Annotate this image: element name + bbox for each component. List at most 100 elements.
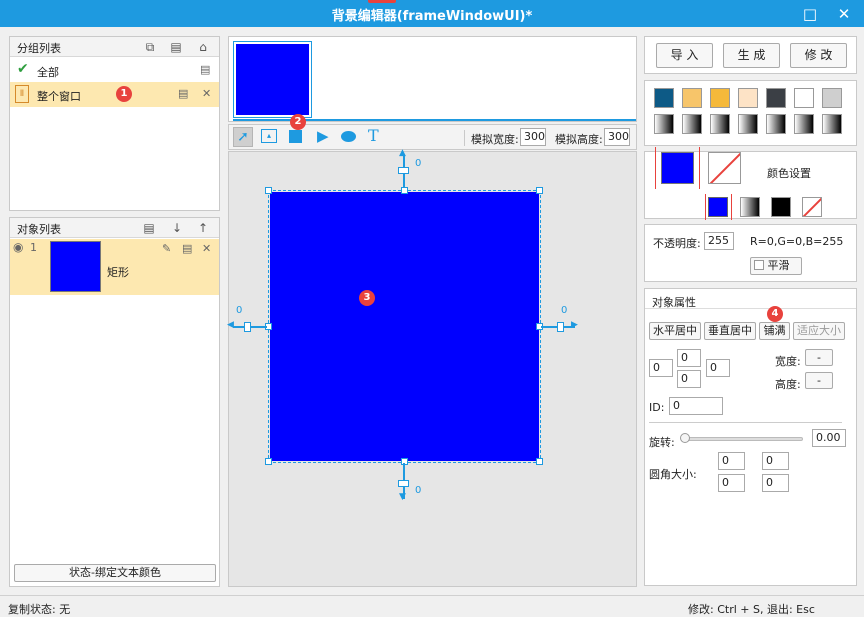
color-swatch[interactable] — [822, 88, 842, 108]
solid-fill-swatch[interactable] — [708, 197, 728, 217]
object-list-panel: 对象列表 ▤ ↓ ↑ ◉ 1 矩形 ✎ ▤ ✕ 状态-绑定文本颜色 — [9, 217, 220, 587]
color-swatch[interactable] — [738, 88, 758, 108]
sim-width-label: 模拟宽度: — [471, 133, 519, 146]
rotate-slider[interactable] — [683, 437, 803, 441]
modify-button[interactable]: 修 改 — [790, 43, 847, 68]
gradient-swatch[interactable] — [822, 114, 842, 134]
color-swatch[interactable] — [794, 88, 814, 108]
group-list-header: 分组列表 ⧉ ▤ ⌂ — [10, 37, 219, 57]
margin-right-input[interactable]: 0 — [706, 359, 730, 377]
paste-icon[interactable]: ▤ — [141, 220, 157, 236]
tool-bar: ➚ ▴ 2 ▶ T 模拟宽度: 300 模拟高度: 300 — [228, 114, 637, 150]
gradient-swatch[interactable] — [654, 114, 674, 134]
height-label: 高度: — [775, 378, 801, 391]
move-down-icon[interactable]: ↓ — [169, 220, 185, 236]
color-settings-label: 颜色设置 — [765, 165, 813, 181]
sim-height-input[interactable]: 300 — [604, 128, 630, 146]
gradient-swatch[interactable] — [766, 114, 786, 134]
image-tool-icon[interactable]: ▴ — [261, 129, 277, 143]
gradient-swatch[interactable] — [682, 114, 702, 134]
color-swatch[interactable] — [682, 88, 702, 108]
marker-badge: 2 — [290, 114, 306, 130]
rotate-label: 旋转: — [649, 436, 675, 449]
object-list-header: 对象列表 ▤ ↓ ↑ — [10, 218, 219, 238]
copy-icon[interactable]: ▤ — [178, 87, 188, 100]
marker-badge: 3 — [359, 290, 375, 306]
transparent-swatch[interactable] — [802, 197, 822, 217]
triangle-tool-icon[interactable]: ▶ — [317, 127, 329, 145]
id-input[interactable]: 0 — [669, 397, 723, 415]
object-item-rect[interactable]: ◉ 1 矩形 ✎ ▤ ✕ — [10, 239, 219, 295]
current-color-swatch[interactable] — [661, 152, 694, 184]
bottom-drag-handle[interactable] — [398, 480, 409, 487]
opacity-panel: 不透明度: 255 R=0,G=0,B=255 平滑 — [644, 224, 857, 282]
width-button[interactable]: - — [805, 349, 833, 366]
resize-handle[interactable] — [536, 458, 543, 465]
left-drag-handle[interactable] — [244, 322, 251, 332]
delete-icon[interactable]: ✕ — [202, 87, 211, 100]
corner-radius-input[interactable]: 0 — [762, 452, 789, 470]
rect-tool-icon[interactable] — [289, 130, 302, 143]
check-icon: ✔ — [17, 61, 29, 77]
gradient-swatch[interactable] — [794, 114, 814, 134]
color-swatch[interactable] — [654, 88, 674, 108]
copy-icon[interactable]: ▤ — [182, 242, 192, 255]
margin-bottom-input[interactable]: 0 — [677, 370, 701, 388]
corner-radius-input[interactable]: 0 — [762, 474, 789, 492]
opacity-input[interactable]: 255 — [704, 232, 734, 250]
eye-icon[interactable]: ◉ — [13, 240, 23, 254]
no-color-swatch[interactable] — [708, 152, 741, 184]
maximize-icon[interactable]: □ — [800, 4, 820, 24]
resize-handle[interactable] — [536, 187, 543, 194]
margin-top-input[interactable]: 0 — [677, 349, 701, 367]
clear-icon[interactable]: ⌂ — [195, 39, 211, 55]
object-props-title: 对象属性 — [652, 296, 696, 309]
gradient-swatch[interactable] — [710, 114, 730, 134]
rectangle-shape[interactable] — [268, 190, 541, 463]
move-up-icon[interactable]: ↑ — [195, 220, 211, 236]
group-item-all[interactable]: ✔ 全部 ▤ — [10, 59, 219, 81]
top-drag-handle[interactable] — [398, 167, 409, 174]
resize-handle[interactable] — [265, 458, 272, 465]
black-swatch[interactable] — [771, 197, 791, 217]
object-item-label: 矩形 — [107, 266, 129, 279]
sim-width-input[interactable]: 300 — [520, 128, 546, 146]
select-tool-icon[interactable]: ➚ — [233, 127, 253, 147]
canvas-area[interactable]: ▲ 0 3 ◀ 0 ▶ 0 ▼ 0 — [227, 148, 637, 587]
resize-handle[interactable] — [401, 187, 408, 194]
import-button[interactable]: 导 入 — [656, 43, 713, 68]
right-drag-handle[interactable] — [557, 322, 564, 332]
preview-thumbnail[interactable] — [233, 41, 312, 118]
gradient-swatch[interactable] — [738, 114, 758, 134]
color-swatch[interactable] — [710, 88, 730, 108]
fit-size-button[interactable]: 适应大小 — [793, 322, 845, 340]
state-bind-button[interactable]: 状态-绑定文本颜色 — [14, 564, 216, 582]
add-group-icon[interactable]: ⧉ — [142, 39, 158, 55]
h-center-button[interactable]: 水平居中 — [649, 322, 701, 340]
color-swatch[interactable] — [766, 88, 786, 108]
ellipse-tool-icon[interactable] — [341, 131, 356, 142]
edit-icon[interactable]: ✎ — [162, 242, 171, 255]
text-tool-icon[interactable]: T — [368, 126, 379, 145]
gradient-fill-swatch[interactable] — [740, 197, 760, 217]
generate-button[interactable]: 生 成 — [723, 43, 780, 68]
corner-radius-input[interactable]: 0 — [718, 452, 745, 470]
group-item-window[interactable]: Ⅱ 整个窗口 1 ▤ ✕ — [10, 82, 219, 107]
object-props-panel: 对象属性 水平居中 垂直居中 铺满 4 适应大小 0 0 0 0 宽度: - 高… — [644, 288, 857, 586]
close-icon[interactable]: ✕ — [834, 4, 854, 24]
rotate-input[interactable]: 0.00 — [812, 429, 846, 447]
group-list-panel: 分组列表 ⧉ ▤ ⌂ ✔ 全部 ▤ Ⅱ 整个窗口 1 ▤ ✕ — [9, 36, 220, 211]
rotate-slider-thumb[interactable] — [680, 433, 690, 443]
fill-button[interactable]: 铺满 — [759, 322, 790, 340]
smooth-checkbox[interactable]: 平滑 — [750, 257, 802, 275]
group-item-label: 整个窗口 — [37, 90, 81, 103]
margin-left-input[interactable]: 0 — [649, 359, 673, 377]
copy-status-text: 复制状态: 无 — [8, 603, 71, 616]
delete-icon[interactable]: ✕ — [202, 242, 211, 255]
height-button[interactable]: - — [805, 372, 833, 389]
corner-radius-input[interactable]: 0 — [718, 474, 745, 492]
resize-handle[interactable] — [265, 187, 272, 194]
paste-icon[interactable]: ▤ — [168, 39, 184, 55]
v-center-button[interactable]: 垂直居中 — [704, 322, 756, 340]
copy-icon[interactable]: ▤ — [200, 63, 210, 76]
